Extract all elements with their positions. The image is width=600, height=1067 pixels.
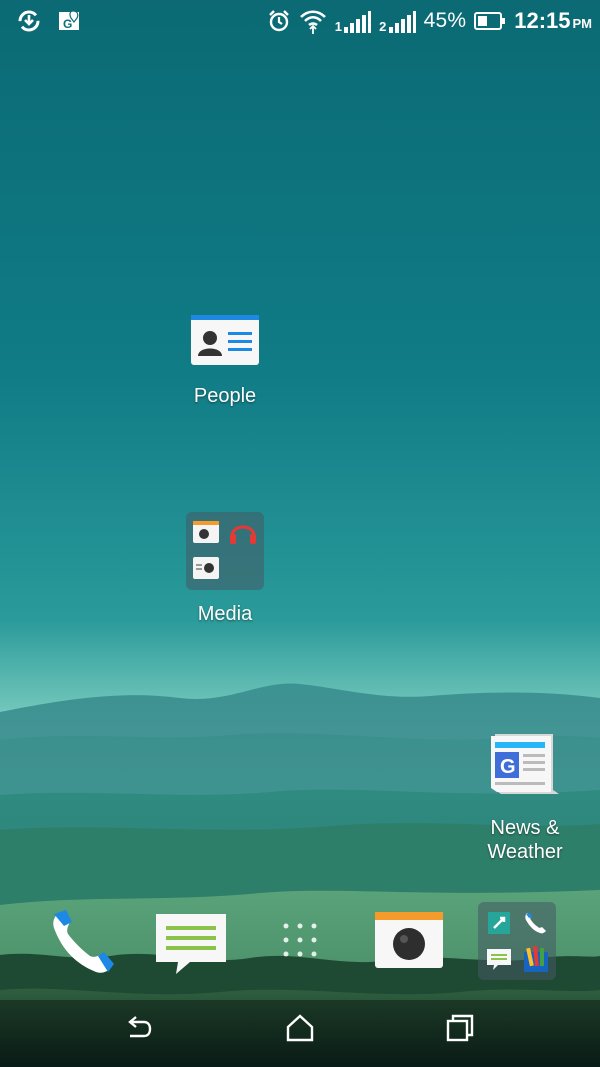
sim2-label: 2: [379, 19, 387, 34]
app-drawer-icon[interactable]: [280, 920, 320, 960]
radio-icon: [193, 557, 219, 579]
clock: 12:15 PM: [514, 8, 592, 34]
media-folder-icon: [186, 512, 264, 590]
alarm-icon: [268, 10, 289, 32]
signal-1-icon: 1: [334, 9, 372, 34]
status-bar: G 1 2 45% 12:15 PM: [0, 0, 600, 42]
status-right: 1 2 45% 12:15 PM: [267, 0, 592, 42]
app-label-news-line1: News &: [490, 817, 560, 839]
app-label-media: Media: [197, 603, 253, 625]
people-icon: [191, 315, 259, 365]
camera-mini-icon: [193, 521, 219, 543]
home-icon[interactable]: [284, 1012, 316, 1044]
ampm: PM: [572, 16, 593, 31]
app-label-people: People: [193, 385, 257, 407]
app-people[interactable]: People: [165, 314, 285, 408]
app-news-weather[interactable]: G News & Weather: [470, 730, 580, 864]
app-label-news-weather: News & Weather: [487, 816, 562, 864]
tasks-mini-icon: [488, 912, 510, 934]
music-headphones-icon: [230, 525, 256, 544]
app-label-news-line2: Weather: [487, 841, 563, 863]
signal-bars-1: [344, 11, 372, 33]
battery-percent: 45%: [423, 9, 467, 32]
recents-icon[interactable]: [444, 1012, 476, 1044]
app-folder-media[interactable]: Media: [165, 512, 285, 626]
maps-icon: G: [59, 10, 79, 31]
signal-2-icon: 2: [379, 9, 416, 34]
store-mini-icon: [524, 945, 548, 972]
news-weather-icon: G: [491, 734, 559, 794]
sync-icon: [18, 10, 40, 32]
camera-icon[interactable]: [374, 911, 444, 969]
messages-mini-icon: [487, 949, 511, 970]
svg-text:G: G: [500, 756, 516, 778]
signal-bars-2: [388, 11, 416, 33]
phone-mini-icon: [525, 913, 546, 934]
back-icon[interactable]: [122, 1012, 154, 1044]
phone-icon[interactable]: [46, 906, 118, 978]
wifi-icon: [299, 10, 326, 34]
messages-icon[interactable]: [154, 912, 228, 976]
sim1-label: 1: [334, 19, 343, 34]
svg-text:G: G: [63, 17, 72, 31]
time: 12:15: [514, 8, 571, 33]
battery-icon: [474, 12, 506, 30]
apps-folder-icon[interactable]: [478, 902, 556, 980]
